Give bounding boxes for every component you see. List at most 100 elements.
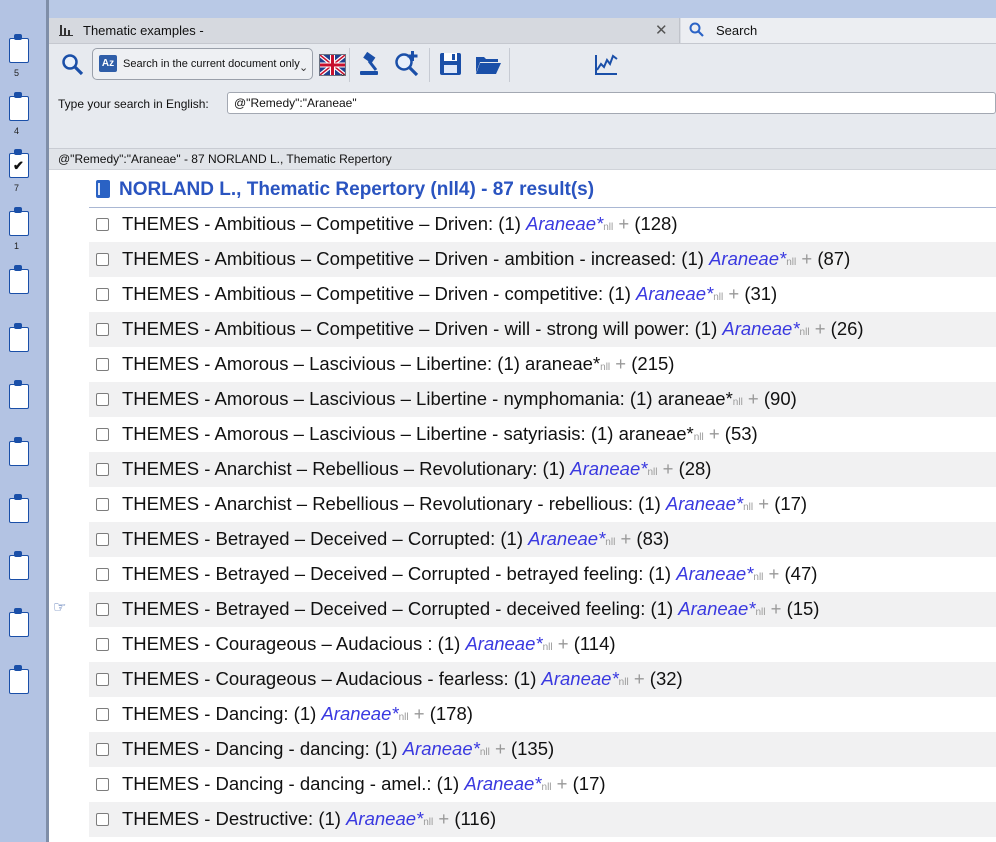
tab-thematic-examples[interactable]: Thematic examples - ✕ bbox=[49, 18, 680, 43]
plus-sign[interactable]: + bbox=[433, 808, 454, 829]
rubric-text[interactable]: THEMES - Betrayed – Deceived – Corrupted… bbox=[122, 563, 817, 585]
remedy-link[interactable]: Araneae* bbox=[678, 598, 755, 619]
remedy-link[interactable]: Araneae* bbox=[346, 808, 423, 829]
row-checkbox[interactable] bbox=[96, 358, 109, 371]
rubric-text[interactable]: THEMES - Betrayed – Deceived – Corrupted… bbox=[122, 528, 669, 550]
result-row[interactable]: THEMES - Dancing - dancing - amel.: (1) … bbox=[89, 767, 996, 802]
remedy-link[interactable]: Araneae* bbox=[528, 528, 605, 549]
clipboard-3-icon[interactable]: ✔ bbox=[9, 149, 29, 178]
remedy-link[interactable]: Araneae* bbox=[526, 213, 603, 234]
result-row[interactable]: THEMES - Dancing - dancing: (1) Araneae*… bbox=[89, 732, 996, 767]
clipboard-1-icon[interactable] bbox=[9, 34, 29, 63]
remedy-link[interactable]: Araneae* bbox=[722, 318, 799, 339]
plus-sign[interactable]: + bbox=[613, 213, 634, 234]
clipboard-11-icon[interactable] bbox=[9, 608, 29, 637]
row-checkbox[interactable] bbox=[96, 253, 109, 266]
rubric-text[interactable]: THEMES - Ambitious – Competitive – Drive… bbox=[122, 318, 864, 340]
clipboard-12-icon[interactable] bbox=[9, 665, 29, 694]
row-checkbox[interactable] bbox=[96, 533, 109, 546]
clipboard-5-icon[interactable] bbox=[9, 265, 29, 294]
rubric-text[interactable]: THEMES - Amorous – Lascivious – Libertin… bbox=[122, 423, 758, 445]
plus-sign[interactable]: + bbox=[552, 773, 573, 794]
rubric-text[interactable]: THEMES - Destructive: (1) Araneae*nll + … bbox=[122, 808, 496, 830]
row-checkbox[interactable] bbox=[96, 393, 109, 406]
row-checkbox[interactable] bbox=[96, 463, 109, 476]
rubric-text[interactable]: THEMES - Dancing: (1) Araneae*nll + (178… bbox=[122, 703, 473, 725]
remedy-link[interactable]: Araneae* bbox=[666, 493, 743, 514]
rubric-text[interactable]: THEMES - Amorous – Lascivious – Libertin… bbox=[122, 353, 674, 375]
plus-sign[interactable]: + bbox=[763, 563, 784, 584]
rubric-text[interactable]: THEMES - Dancing - dancing: (1) Araneae*… bbox=[122, 738, 554, 760]
result-row[interactable]: THEMES - Betrayed – Deceived – Corrupted… bbox=[89, 522, 996, 557]
remedy-link[interactable]: Araneae* bbox=[465, 633, 542, 654]
result-row[interactable]: THEMES - Ambitious – Competitive – Drive… bbox=[89, 207, 996, 242]
row-checkbox[interactable] bbox=[96, 778, 109, 791]
row-checkbox[interactable] bbox=[96, 428, 109, 441]
plus-sign[interactable]: + bbox=[743, 388, 764, 409]
result-row[interactable]: THEMES - Anarchist – Rebellious – Revolu… bbox=[89, 452, 996, 487]
row-checkbox[interactable] bbox=[96, 673, 109, 686]
plus-sign[interactable]: + bbox=[629, 668, 650, 689]
search-scope-dropdown[interactable]: Az Search in the current document only ⌄ bbox=[92, 48, 313, 80]
result-row[interactable]: THEMES - Courageous – Audacious : (1) Ar… bbox=[89, 627, 996, 662]
plus-sign[interactable]: + bbox=[723, 283, 744, 304]
result-row[interactable]: THEMES - Amorous – Lascivious – Libertin… bbox=[89, 382, 996, 417]
gavel-icon[interactable] bbox=[356, 50, 384, 78]
result-row[interactable]: THEMES - Dancing: (1) Araneae*nll + (178… bbox=[89, 697, 996, 732]
clipboard-2-icon[interactable] bbox=[9, 92, 29, 121]
rubric-text[interactable]: THEMES - Ambitious – Competitive – Drive… bbox=[122, 248, 850, 270]
rubric-text[interactable]: THEMES - Courageous – Audacious : (1) Ar… bbox=[122, 633, 616, 655]
clipboard-6-icon[interactable] bbox=[9, 323, 29, 352]
tab-search[interactable]: Search bbox=[681, 18, 996, 43]
row-checkbox[interactable] bbox=[96, 603, 109, 616]
rubric-text[interactable]: THEMES - Ambitious – Competitive – Drive… bbox=[122, 283, 777, 305]
result-row[interactable]: THEMES - Amorous – Lascivious – Libertin… bbox=[89, 347, 996, 382]
row-checkbox[interactable] bbox=[96, 813, 109, 826]
chart-graph-icon[interactable] bbox=[592, 50, 620, 78]
row-checkbox[interactable] bbox=[96, 288, 109, 301]
rubric-text[interactable]: THEMES - Courageous – Audacious - fearle… bbox=[122, 668, 683, 690]
row-checkbox[interactable] bbox=[96, 218, 109, 231]
rubric-text[interactable]: THEMES - Dancing - dancing - amel.: (1) … bbox=[122, 773, 606, 795]
plus-sign[interactable]: + bbox=[657, 458, 678, 479]
remedy-link[interactable]: araneae* bbox=[525, 353, 600, 374]
plus-sign[interactable]: + bbox=[704, 423, 725, 444]
plus-sign[interactable]: + bbox=[615, 528, 636, 549]
remedy-link[interactable]: Araneae* bbox=[464, 773, 541, 794]
rubric-text[interactable]: THEMES - Anarchist – Rebellious – Revolu… bbox=[122, 493, 807, 515]
save-icon[interactable] bbox=[437, 50, 465, 78]
result-row[interactable]: THEMES - Ambitious – Competitive – Drive… bbox=[89, 277, 996, 312]
result-row[interactable]: THEMES - Ambitious – Competitive – Drive… bbox=[89, 312, 996, 347]
row-checkbox[interactable] bbox=[96, 498, 109, 511]
rubric-text[interactable]: THEMES - Ambitious – Competitive – Drive… bbox=[122, 213, 678, 235]
row-checkbox[interactable] bbox=[96, 568, 109, 581]
clipboard-8-icon[interactable] bbox=[9, 437, 29, 466]
remedy-link[interactable]: Araneae* bbox=[321, 703, 398, 724]
plus-sign[interactable]: + bbox=[765, 598, 786, 619]
remedy-link[interactable]: Araneae* bbox=[542, 668, 619, 689]
clipboard-10-icon[interactable] bbox=[9, 551, 29, 580]
results-header-title[interactable]: NORLAND L., Thematic Repertory (nll4) - … bbox=[119, 179, 594, 201]
result-row[interactable]: THEMES - Betrayed – Deceived – Corrupted… bbox=[89, 592, 996, 627]
open-folder-icon[interactable] bbox=[474, 50, 502, 78]
result-row[interactable]: THEMES - Anarchist – Rebellious – Revolu… bbox=[89, 487, 996, 522]
row-checkbox[interactable] bbox=[96, 323, 109, 336]
clipboard-9-icon[interactable] bbox=[9, 494, 29, 523]
rubric-text[interactable]: THEMES - Betrayed – Deceived – Corrupted… bbox=[122, 598, 819, 620]
search-button[interactable] bbox=[61, 53, 85, 77]
plus-sign[interactable]: + bbox=[810, 318, 831, 339]
plus-sign[interactable]: + bbox=[610, 353, 631, 374]
result-row[interactable]: THEMES - Courageous – Audacious - fearle… bbox=[89, 662, 996, 697]
row-checkbox[interactable] bbox=[96, 743, 109, 756]
plus-sign[interactable]: + bbox=[490, 738, 511, 759]
plus-sign[interactable]: + bbox=[553, 633, 574, 654]
clipboard-7-icon[interactable] bbox=[9, 380, 29, 409]
rubric-text[interactable]: THEMES - Anarchist – Rebellious – Revolu… bbox=[122, 458, 711, 480]
clipboard-4-icon[interactable] bbox=[9, 207, 29, 236]
plus-sign[interactable]: + bbox=[796, 248, 817, 269]
row-checkbox[interactable] bbox=[96, 708, 109, 721]
result-row[interactable]: THEMES - Amorous – Lascivious – Libertin… bbox=[89, 417, 996, 452]
zoom-in-icon[interactable] bbox=[393, 50, 421, 78]
rubric-text[interactable]: THEMES - Amorous – Lascivious – Libertin… bbox=[122, 388, 797, 410]
remedy-link[interactable]: araneae* bbox=[619, 423, 694, 444]
